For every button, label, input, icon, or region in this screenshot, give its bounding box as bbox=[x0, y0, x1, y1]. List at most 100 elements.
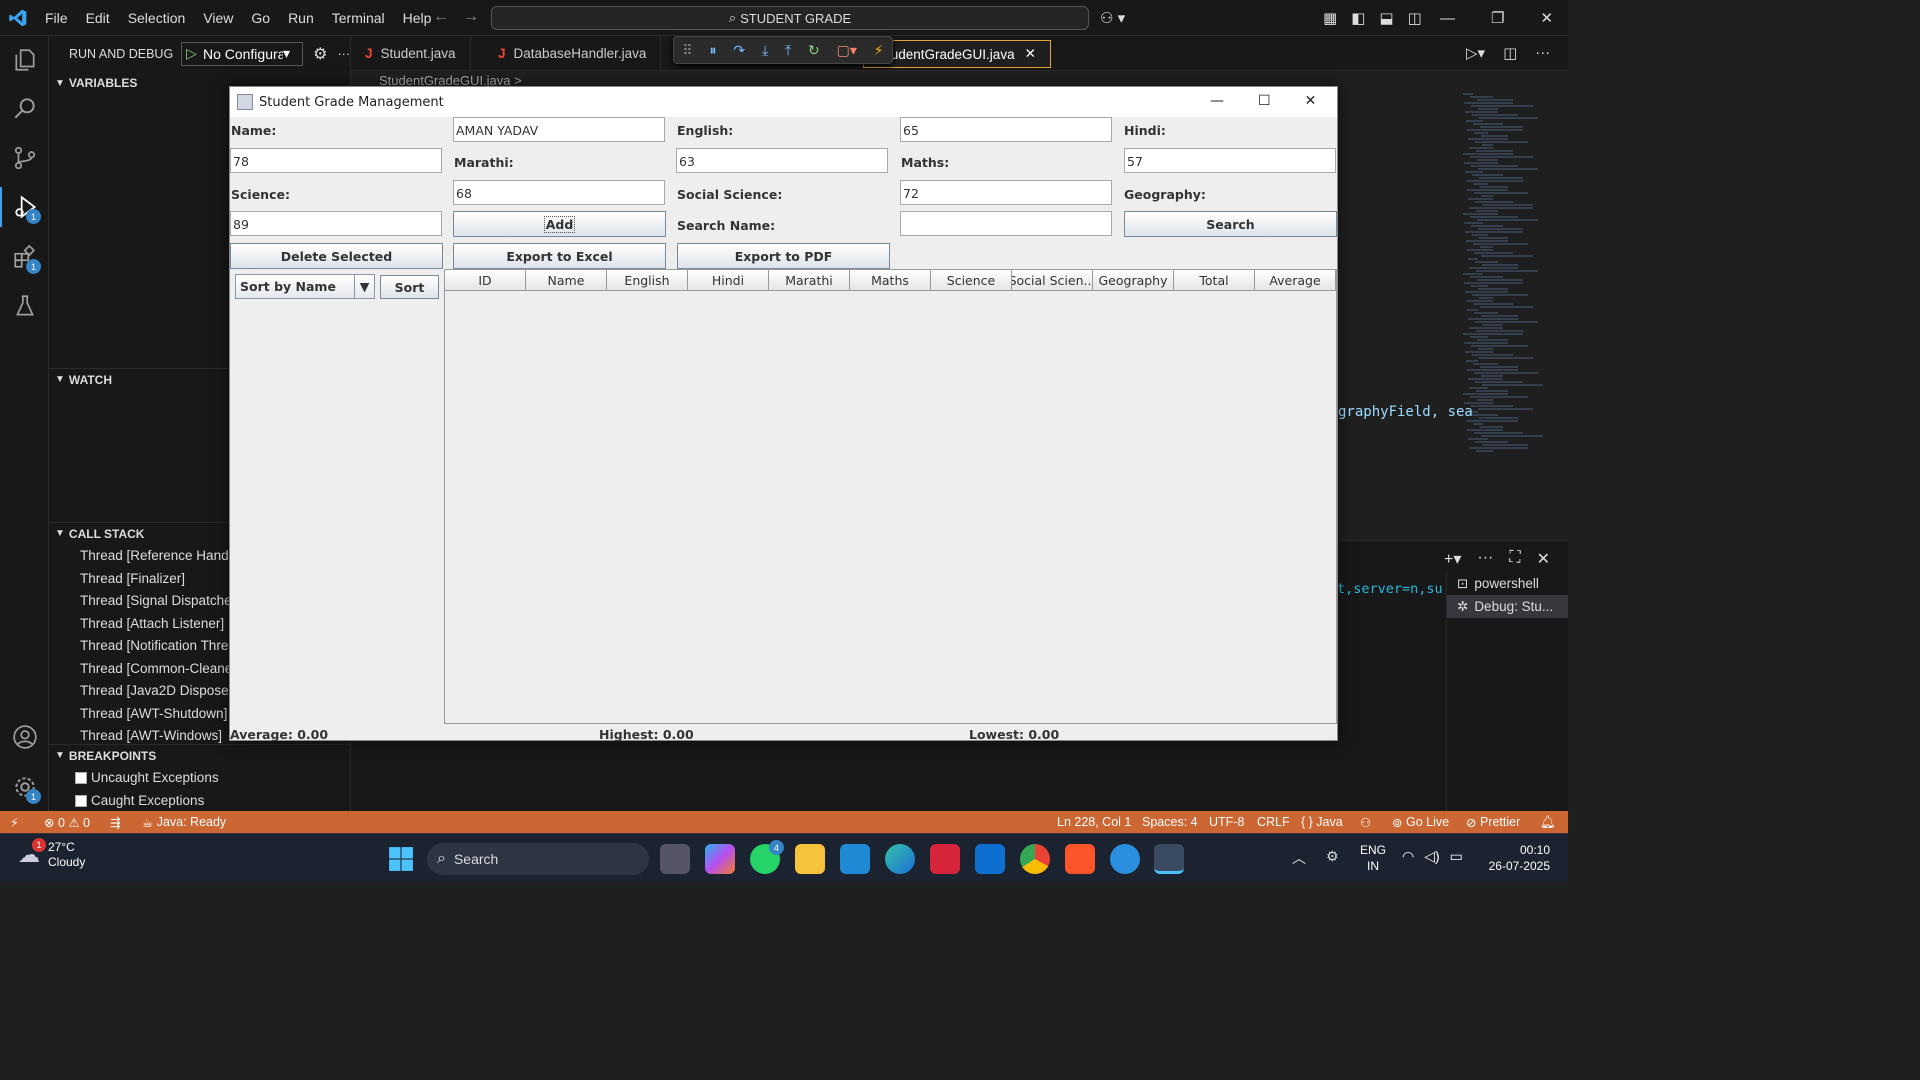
search-button[interactable]: Search bbox=[1124, 211, 1337, 237]
testing-icon[interactable] bbox=[0, 286, 49, 326]
help-icon[interactable] bbox=[1110, 844, 1140, 874]
pause-icon[interactable]: ⏸ bbox=[710, 42, 717, 59]
more-actions-icon[interactable]: ··· bbox=[1477, 549, 1493, 569]
thread-item[interactable]: Thread [AWT-Shutdown] bbox=[80, 706, 227, 721]
menu-go[interactable]: Go bbox=[242, 10, 279, 26]
cursor-position[interactable]: Ln 228, Col 1 bbox=[1057, 815, 1131, 829]
back-arrow-icon[interactable]: ← bbox=[433, 8, 463, 25]
tab-databasehandler-java[interactable]: J DatabaseHandler.java bbox=[484, 36, 662, 71]
command-center[interactable]: ⌕ STUDENT GRADE bbox=[491, 6, 1089, 30]
breakpoints-section[interactable]: ▼ BREAKPOINTS bbox=[49, 744, 351, 766]
terminal-powershell[interactable]: ⊡ powershell bbox=[1447, 572, 1568, 595]
thread-item[interactable]: Thread [Finalizer] bbox=[80, 571, 185, 586]
notifications-bell-icon[interactable]: 🔔︎ bbox=[1540, 815, 1556, 830]
students-table[interactable]: ID Name English Hindi Marathi Maths Science Soc… bbox=[444, 269, 1337, 724]
english-field[interactable]: 65 bbox=[900, 117, 1112, 142]
column-header[interactable]: Marathi bbox=[769, 270, 850, 290]
mcafee-icon[interactable] bbox=[930, 844, 960, 874]
breakpoint-uncaught[interactable]: Uncaught Exceptions bbox=[75, 770, 219, 785]
account-icon[interactable] bbox=[0, 717, 49, 757]
clock[interactable]: 00:10 26-07-2025 bbox=[1484, 842, 1550, 874]
toggle-sidebar-icon[interactable]: ◧ bbox=[1351, 9, 1365, 27]
menu-edit[interactable]: Edit bbox=[77, 10, 119, 26]
search-name-field[interactable] bbox=[900, 211, 1112, 236]
checkbox[interactable] bbox=[75, 771, 87, 784]
geography-field[interactable]: 89 bbox=[230, 211, 442, 236]
minimize-icon[interactable]: — bbox=[1440, 10, 1455, 27]
quick-settings[interactable]: ◠ ◁) ▭ bbox=[1402, 848, 1463, 865]
menu-file[interactable]: File bbox=[36, 10, 77, 26]
marathi-field[interactable]: 63 bbox=[676, 148, 888, 173]
science-field[interactable]: 68 bbox=[453, 180, 665, 205]
column-header[interactable]: Average bbox=[1255, 270, 1336, 290]
explorer-icon[interactable] bbox=[0, 40, 49, 80]
run-debug-icon[interactable]: 1 bbox=[0, 187, 49, 227]
encoding[interactable]: UTF-8 bbox=[1209, 815, 1244, 829]
copilot-app-icon[interactable] bbox=[705, 844, 735, 874]
step-into-icon[interactable]: ⤓ bbox=[762, 42, 768, 59]
source-control-icon[interactable] bbox=[0, 138, 49, 178]
line-ending[interactable]: CRLF bbox=[1257, 815, 1290, 829]
thread-item[interactable]: Thread [Common-Cleaner bbox=[80, 661, 237, 676]
sort-button[interactable]: Sort bbox=[380, 275, 439, 299]
java-status[interactable]: ☕ Java: Ready bbox=[142, 815, 226, 830]
stop-icon[interactable]: ▢▾ bbox=[837, 42, 857, 59]
more-actions-icon[interactable]: ··· bbox=[1535, 44, 1550, 62]
restore-icon[interactable]: ❐ bbox=[1491, 9, 1504, 27]
column-header[interactable]: Geography bbox=[1093, 270, 1174, 290]
taskbar-search[interactable]: ⌕ Search bbox=[427, 843, 649, 875]
thread-item[interactable]: Thread [Signal Dispatcher bbox=[80, 593, 236, 608]
menu-terminal[interactable]: Terminal bbox=[323, 10, 394, 26]
breakpoint-caught[interactable]: Caught Exceptions bbox=[75, 793, 204, 808]
go-live[interactable]: ⊚ Go Live bbox=[1392, 815, 1449, 830]
column-header[interactable]: Total bbox=[1174, 270, 1255, 290]
checkbox[interactable] bbox=[75, 794, 87, 807]
task-view-icon[interactable] bbox=[660, 844, 690, 874]
delete-selected-button[interactable]: Delete Selected bbox=[230, 243, 443, 269]
java-app-icon[interactable] bbox=[1154, 844, 1184, 874]
thread-item[interactable]: Thread [Reference Handle bbox=[80, 548, 239, 563]
new-terminal-icon[interactable]: +▾ bbox=[1444, 549, 1461, 569]
column-header[interactable]: Name bbox=[526, 270, 607, 290]
add-button[interactable]: Add bbox=[453, 211, 666, 237]
gear-icon[interactable]: ⚙ bbox=[313, 44, 327, 64]
run-config-select[interactable]: ▷ No Configura ▾ bbox=[181, 41, 304, 66]
close-icon[interactable]: ✕ bbox=[1537, 549, 1550, 569]
more-actions-icon[interactable]: ··· bbox=[338, 47, 351, 61]
column-header[interactable]: Hindi bbox=[688, 270, 769, 290]
column-header[interactable]: Maths bbox=[850, 270, 931, 290]
settings-gear-icon[interactable]: 1 bbox=[0, 767, 49, 807]
indentation[interactable]: Spaces: 4 bbox=[1142, 815, 1198, 829]
close-icon[interactable]: ✕ bbox=[1305, 93, 1317, 109]
problems-indicator[interactable]: ⊗ 0 ⚠ 0 bbox=[44, 815, 90, 830]
menu-view[interactable]: View bbox=[194, 10, 242, 26]
file-explorer-icon[interactable] bbox=[795, 844, 825, 874]
windows-start-icon[interactable] bbox=[386, 844, 416, 874]
chrome-icon[interactable] bbox=[1020, 844, 1050, 874]
thread-item[interactable]: Thread [Java2D Disposer] bbox=[80, 683, 237, 698]
column-header[interactable]: Social Scien... bbox=[1012, 270, 1093, 290]
extensions-icon[interactable]: 1 bbox=[0, 237, 49, 277]
outlook-icon[interactable] bbox=[975, 844, 1005, 874]
close-icon[interactable]: ✕ bbox=[1540, 9, 1553, 27]
remote-icon[interactable]: ⚡ bbox=[10, 815, 19, 830]
thread-item[interactable]: Thread [AWT-Windows] bbox=[80, 728, 222, 743]
column-header[interactable]: Science bbox=[931, 270, 1012, 290]
export-pdf-button[interactable]: Export to PDF bbox=[677, 243, 890, 269]
customize-layout-icon[interactable]: ▦ bbox=[1323, 9, 1337, 27]
tab-student-java[interactable]: J Student.java bbox=[351, 36, 471, 71]
input-language[interactable]: ENG IN bbox=[1360, 842, 1386, 874]
run-icon[interactable]: ▷▾ bbox=[1466, 44, 1485, 62]
weather-widget[interactable]: ☁ 1 27°C Cloudy bbox=[18, 838, 85, 870]
column-header[interactable]: English bbox=[607, 270, 688, 290]
toggle-secondary-sidebar-icon[interactable]: ◫ bbox=[1408, 9, 1422, 27]
whatsapp-icon[interactable]: 4 bbox=[750, 840, 784, 874]
chevron-down-icon[interactable]: ▼ bbox=[354, 275, 374, 298]
hindi-field[interactable]: 78 bbox=[230, 148, 442, 173]
thread-item[interactable]: Thread [Notification Threa bbox=[80, 638, 236, 653]
thread-item[interactable]: Thread [Attach Listener] bbox=[80, 616, 224, 631]
terminal-debug[interactable]: ✲ Debug: Stu... bbox=[1447, 595, 1568, 618]
debug-launch-icon[interactable]: ⇶ bbox=[110, 815, 120, 830]
step-out-icon[interactable]: ⤒ bbox=[785, 42, 791, 59]
language-mode[interactable]: { } Java bbox=[1301, 815, 1343, 829]
